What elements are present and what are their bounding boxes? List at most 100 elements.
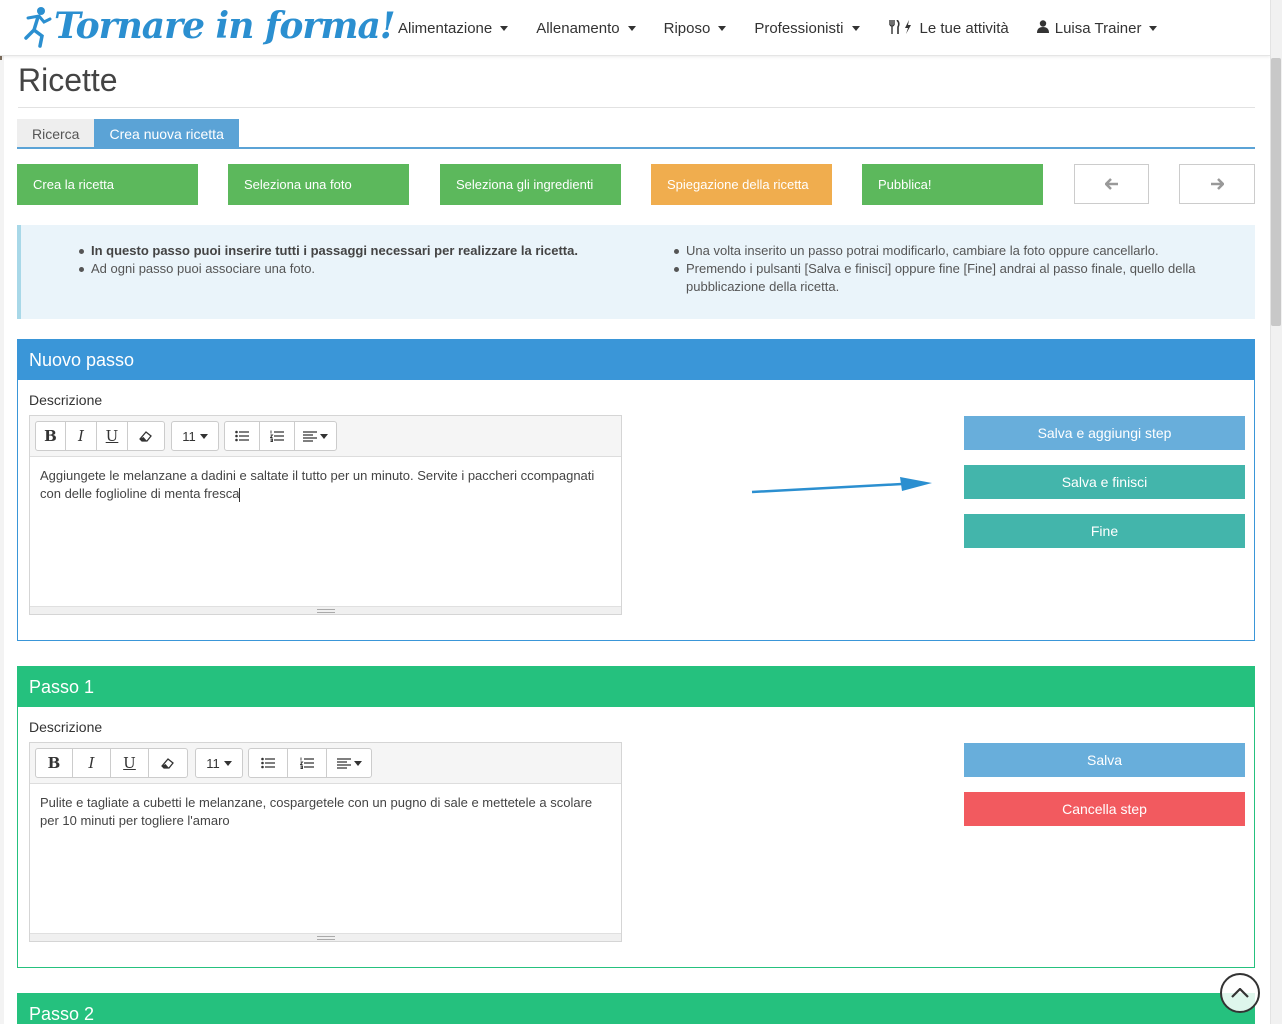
menu-user-account[interactable]: Luisa Trainer	[1023, 0, 1172, 56]
align-left-icon	[336, 757, 351, 769]
description-label: Descrizione	[29, 719, 103, 735]
wizard-step-seleziona-foto[interactable]: Seleziona una foto	[228, 164, 409, 205]
font-size-dropdown[interactable]: 11	[196, 749, 242, 777]
info-item: Una volta inserito un passo potrai modif…	[672, 242, 1232, 260]
recipe-tabs: Ricerca Crea nuova ricetta	[17, 119, 239, 148]
menu-professionisti[interactable]: Professionisti	[740, 0, 873, 56]
wizard-step-seleziona-ingredienti[interactable]: Seleziona gli ingredienti	[440, 164, 621, 205]
underline-button[interactable]: U	[111, 749, 149, 777]
window-edge	[0, 0, 4, 1024]
editor-toolbar: B I U 11	[30, 416, 621, 457]
font-size-value: 11	[182, 428, 196, 444]
tabs-underline	[17, 147, 1255, 149]
page-title: Ricette	[18, 62, 118, 98]
italic-button[interactable]: I	[73, 749, 111, 777]
menu-label: Allenamento	[536, 19, 620, 37]
wizard-step-spiegazione-ricetta[interactable]: Spiegazione della ricetta	[651, 164, 832, 205]
panel-title: Passo 2	[18, 994, 1254, 1024]
caret-down-icon	[851, 25, 860, 31]
align-dropdown[interactable]	[295, 422, 336, 450]
info-right-column: Una volta inserito un passo potrai modif…	[672, 242, 1232, 296]
annotation-arrow-icon	[751, 477, 932, 494]
editor-resize-handle[interactable]	[30, 933, 621, 941]
numbered-list-button[interactable]	[288, 749, 327, 777]
caret-down-icon	[199, 433, 208, 439]
eraser-icon	[161, 758, 174, 769]
scrollbar-thumb[interactable]	[1271, 58, 1281, 326]
description-text: Pulite e tagliate a cubetti le melanzane…	[40, 795, 593, 828]
description-text: Aggiungete le melanzane a dadini e salta…	[40, 468, 595, 501]
finish-button[interactable]: Fine	[964, 514, 1245, 548]
new-step-panel: Nuovo passo Descrizione B I U 11 Aggiung…	[17, 339, 1255, 641]
bold-button[interactable]: B	[36, 749, 73, 777]
info-item: In questo passo puoi inserire tutti i pa…	[77, 242, 637, 260]
tab-crea-nuova-ricetta[interactable]: Crea nuova ricetta	[94, 119, 239, 148]
editor-resize-handle[interactable]	[30, 606, 621, 614]
wizard-step-crea-ricetta[interactable]: Crea la ricetta	[17, 164, 198, 205]
wizard-step-pubblica[interactable]: Pubblica!	[862, 164, 1043, 205]
caret-down-icon	[320, 433, 328, 439]
caret-down-icon	[1149, 25, 1158, 31]
bullet-list-button[interactable]	[249, 749, 288, 777]
clear-format-button[interactable]	[128, 422, 164, 450]
arrow-left-icon	[1104, 178, 1118, 190]
grip-icon	[316, 609, 335, 613]
style-button-group: B I U	[35, 748, 188, 778]
font-size-group: 11	[171, 421, 219, 451]
menu-label: Le tue attività	[919, 19, 1009, 37]
menu-riposo[interactable]: Riposo	[650, 0, 741, 56]
numbered-list-icon	[270, 430, 284, 442]
eraser-icon	[139, 431, 152, 442]
wizard-next-button[interactable]	[1179, 164, 1255, 204]
description-textarea[interactable]: Aggiungete le melanzane a dadini e salta…	[30, 457, 621, 607]
style-button-group: B I U	[35, 421, 165, 451]
description-editor: B I U 11	[29, 742, 622, 942]
caret-down-icon	[223, 760, 232, 766]
italic-button[interactable]: I	[66, 422, 97, 450]
runner-logo-icon	[24, 7, 52, 48]
underline-button[interactable]: U	[97, 422, 128, 450]
bold-button[interactable]: B	[36, 422, 66, 450]
page-scrollbar[interactable]	[1270, 0, 1282, 1024]
brand-logo[interactable]: Tornare in forma!	[22, 4, 396, 48]
description-label: Descrizione	[29, 392, 103, 408]
scroll-to-top-button[interactable]	[1220, 973, 1260, 1013]
caret-down-icon	[353, 760, 362, 766]
clear-format-button[interactable]	[149, 749, 187, 777]
panel-title: Nuovo passo	[18, 340, 1254, 380]
align-left-icon	[303, 430, 317, 442]
font-size-value: 11	[206, 755, 220, 771]
menu-alimentazione[interactable]: Alimentazione	[384, 0, 522, 56]
font-size-dropdown[interactable]: 11	[172, 422, 218, 450]
caret-down-icon	[718, 25, 727, 31]
menu-label: Professionisti	[754, 19, 844, 37]
menu-le-tue-attivita[interactable]: Le tue attività	[874, 0, 1023, 56]
description-textarea[interactable]: Pulite e tagliate a cubetti le melanzane…	[30, 784, 621, 934]
save-and-add-step-button[interactable]: Salva e aggiungi step	[964, 416, 1245, 450]
info-alert: In questo passo puoi inserire tutti i pa…	[17, 225, 1255, 319]
menu-label: Alimentazione	[398, 19, 493, 37]
delete-step-button[interactable]: Cancella step	[964, 792, 1245, 826]
editor-toolbar: B I U 11	[30, 743, 621, 784]
tab-ricerca[interactable]: Ricerca	[17, 119, 95, 148]
save-and-finish-button[interactable]: Salva e finisci	[964, 465, 1245, 499]
chevron-up-icon	[1231, 988, 1249, 998]
text-cursor	[239, 487, 241, 502]
bullet-list-icon	[235, 430, 249, 442]
main-menu: Alimentazione Allenamento Riposo Profess…	[384, 0, 1171, 56]
description-editor: B I U 11	[29, 415, 622, 615]
panel-title: Passo 1	[18, 667, 1254, 707]
font-size-group: 11	[195, 748, 243, 778]
info-item: Ad ogni passo puoi associare una foto.	[77, 260, 637, 278]
wizard-prev-button[interactable]	[1074, 164, 1149, 204]
top-navbar: Tornare in forma! Alimentazione Allename…	[0, 0, 1270, 56]
bullet-list-button[interactable]	[225, 422, 260, 450]
numbered-list-icon	[300, 757, 314, 769]
arrow-right-icon	[1211, 178, 1224, 190]
user-icon	[1036, 20, 1049, 36]
numbered-list-button[interactable]	[260, 422, 295, 450]
save-step-button[interactable]: Salva	[964, 743, 1245, 777]
menu-allenamento[interactable]: Allenamento	[522, 0, 649, 56]
list-button-group	[224, 421, 337, 451]
align-dropdown[interactable]	[327, 749, 371, 777]
